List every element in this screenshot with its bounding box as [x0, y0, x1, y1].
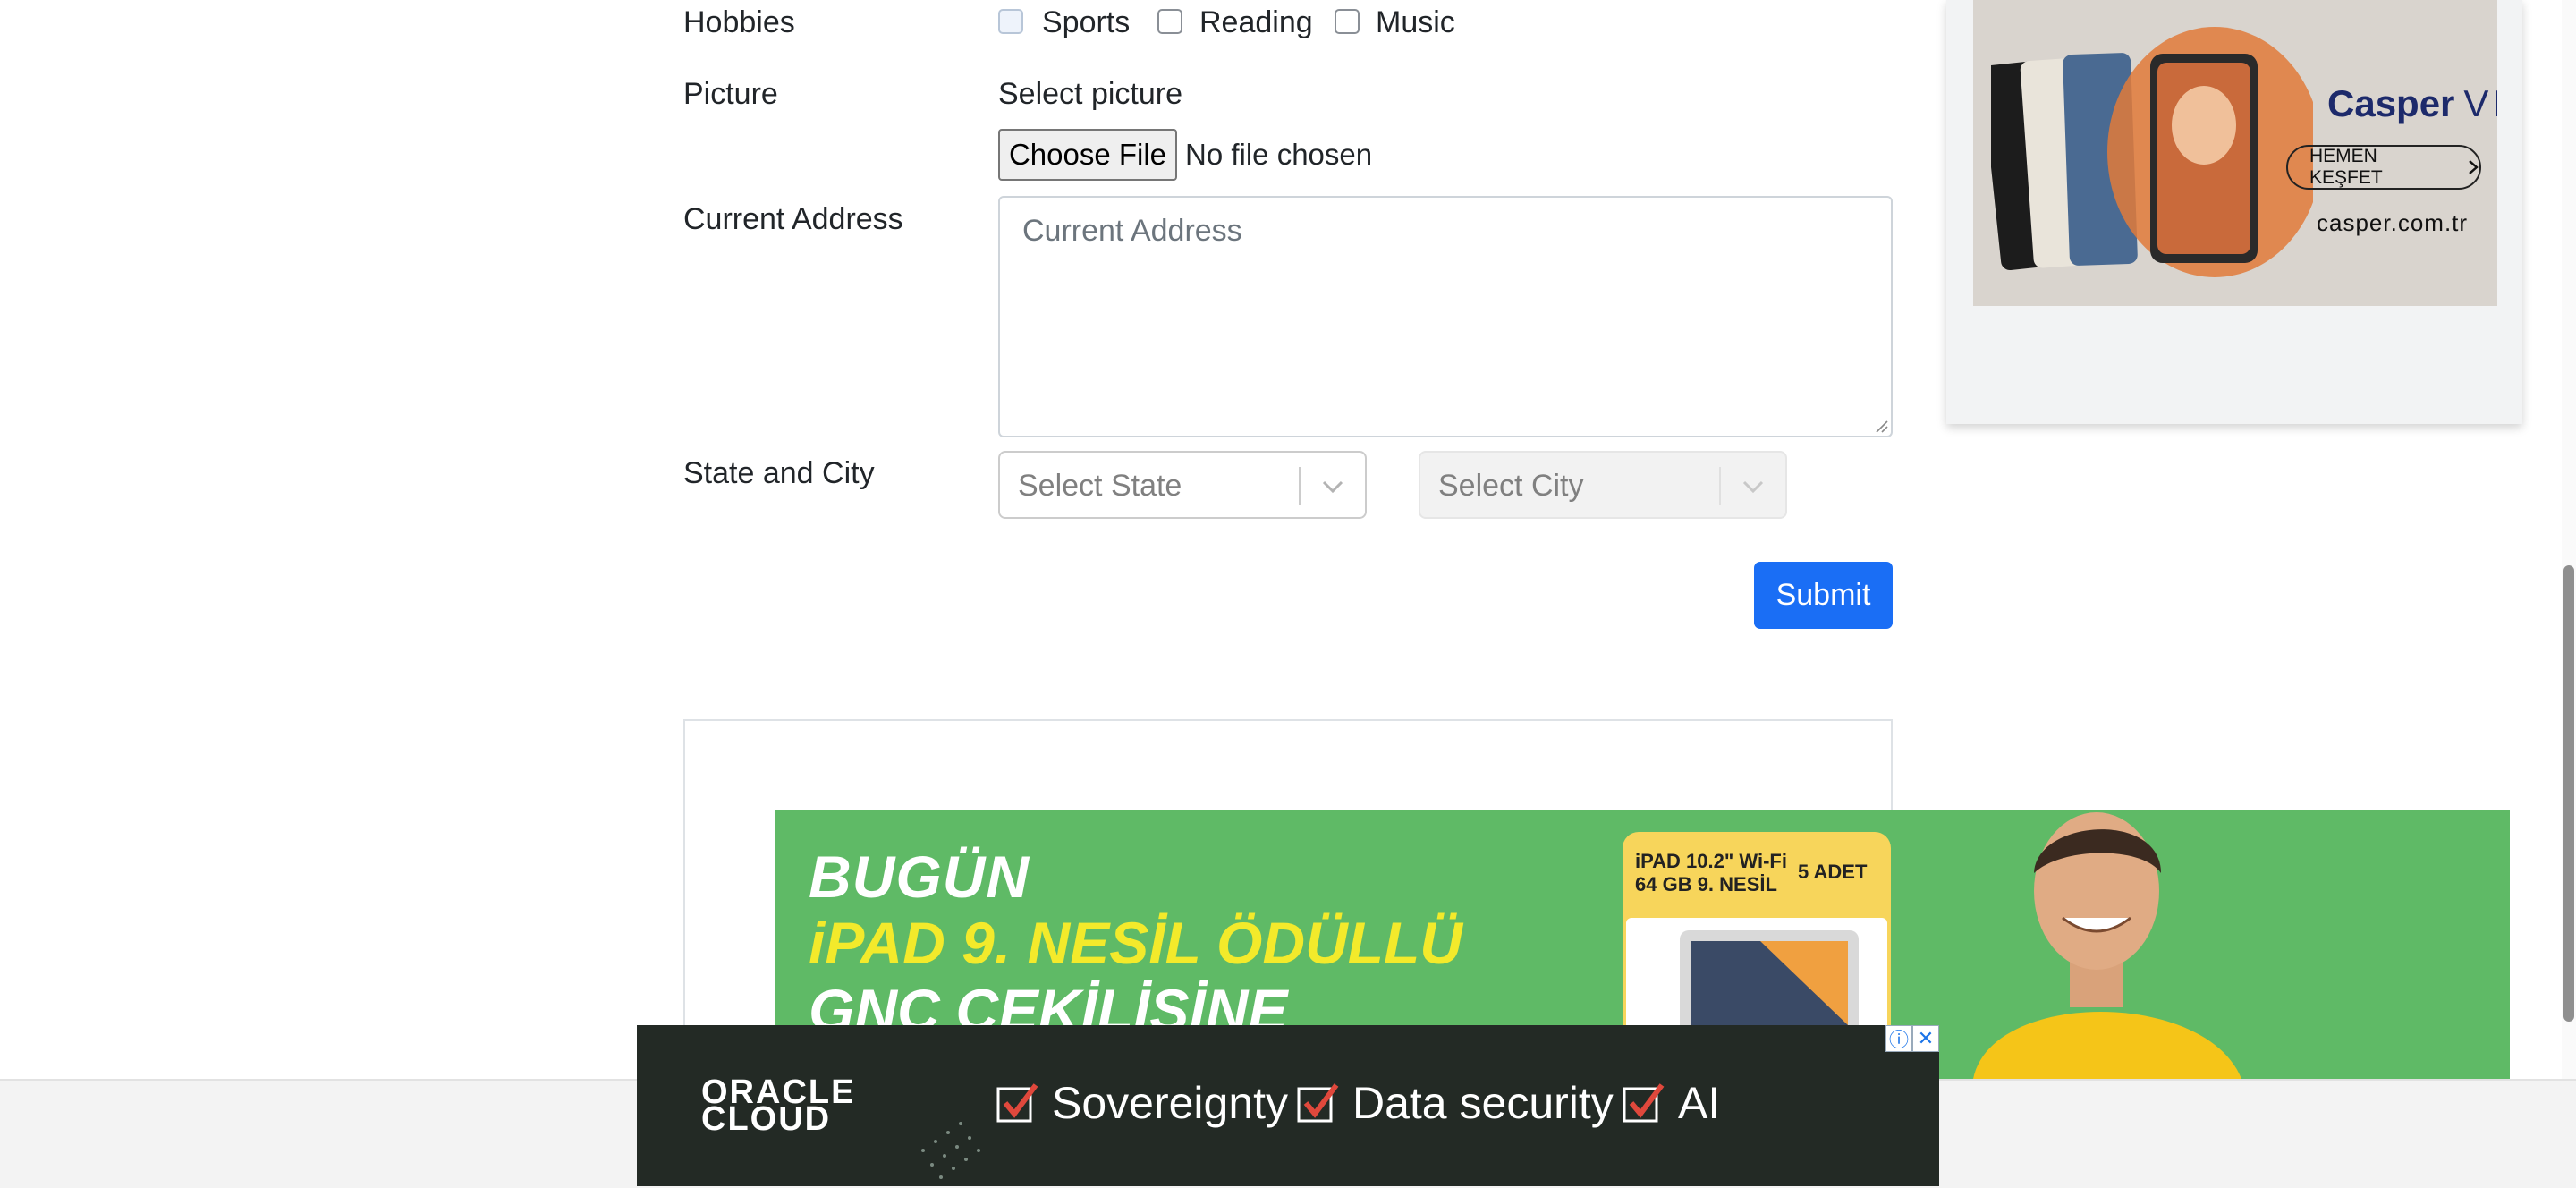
casper-brand: Casper — [2327, 82, 2455, 124]
ipad-card-title: iPAD 10.2" Wi-Fi — [1635, 850, 1787, 872]
ad-close-icon[interactable]: ✕ — [1912, 1025, 1939, 1052]
state-select-placeholder: Select State — [1018, 469, 1182, 503]
city-select[interactable]: Select City — [1419, 451, 1787, 519]
oracle-cloud-logo: ORACLE CLOUD — [701, 1075, 855, 1136]
ad-headline-2: iPAD 9. NESİL ÖDÜLLÜ — [809, 910, 1462, 976]
casper-cta-label: HEMEN KEŞFET — [2309, 146, 2383, 188]
picture-label: Picture — [683, 77, 778, 111]
checkbox-checked-icon — [1623, 1083, 1665, 1123]
chevron-down-icon[interactable] — [1318, 472, 1347, 501]
ad-headline-1: BUGÜN — [809, 844, 1030, 910]
oracle-item-label: Sovereignty — [1052, 1078, 1289, 1128]
music-checkbox[interactable] — [1335, 9, 1360, 34]
casper-ad[interactable]: CasperVIA HEMEN KEŞFET casper.com.tr — [1946, 0, 2522, 424]
casper-ad-creative[interactable]: CasperVIA HEMEN KEŞFET casper.com.tr — [1973, 0, 2497, 306]
sports-label[interactable]: Sports — [1042, 5, 1130, 40]
reading-checkbox[interactable] — [1157, 9, 1182, 34]
city-select-placeholder: Select City — [1438, 469, 1584, 503]
sports-checkbox[interactable] — [998, 9, 1023, 34]
chevron-right-icon — [2469, 160, 2479, 174]
resize-grip-icon[interactable] — [1874, 419, 1888, 433]
ipad-card-subtitle: 64 GB 9. NESİL — [1635, 873, 1777, 895]
casper-model: VIA — [2463, 82, 2497, 124]
oracle-item-data-security: Data security — [1295, 1077, 1614, 1129]
casper-phones-image — [1991, 27, 2313, 277]
current-address-textarea[interactable]: Current Address — [998, 196, 1893, 437]
ipad-card-quantity: 5 ADET — [1798, 861, 1868, 883]
music-label[interactable]: Music — [1376, 5, 1455, 40]
state-select[interactable]: Select State — [998, 451, 1367, 519]
smiling-person-image — [1973, 812, 2241, 1079]
casper-url: casper.com.tr — [2317, 209, 2469, 236]
oracle-item-label: Data security — [1352, 1078, 1614, 1128]
oracle-cloud-ad[interactable]: ORACLE CLOUD Sovereignty Data security A… — [637, 1025, 1939, 1186]
current-address-placeholder: Current Address — [1022, 214, 1242, 248]
state-city-label: State and City — [683, 456, 875, 490]
casper-logo: CasperVIA — [2327, 82, 2497, 125]
vertical-scrollbar-thumb[interactable] — [2563, 565, 2574, 1022]
oracle-item-label: AI — [1678, 1078, 1721, 1128]
select-picture-label: Select picture — [998, 77, 1182, 111]
choose-file-button[interactable]: Choose File — [998, 129, 1177, 181]
oracle-item-ai: AI — [1621, 1077, 1720, 1129]
chevron-down-icon[interactable] — [1739, 472, 1767, 501]
submit-button[interactable]: Submit — [1754, 562, 1893, 629]
checkbox-checked-icon — [1297, 1083, 1339, 1123]
city-select-separator — [1719, 467, 1721, 505]
checkbox-checked-icon — [996, 1083, 1038, 1123]
hobbies-label: Hobbies — [683, 5, 795, 39]
ad-choices: ⓘ ✕ — [1885, 1025, 1939, 1052]
ad-info-icon[interactable]: ⓘ — [1885, 1025, 1912, 1052]
file-status-text: No file chosen — [1185, 138, 1373, 171]
casper-cta-button[interactable]: HEMEN KEŞFET — [2286, 145, 2481, 190]
reading-label[interactable]: Reading — [1199, 5, 1313, 40]
oracle-item-sovereignty: Sovereignty — [995, 1077, 1288, 1129]
state-select-separator — [1299, 467, 1301, 505]
current-address-label: Current Address — [683, 202, 903, 236]
